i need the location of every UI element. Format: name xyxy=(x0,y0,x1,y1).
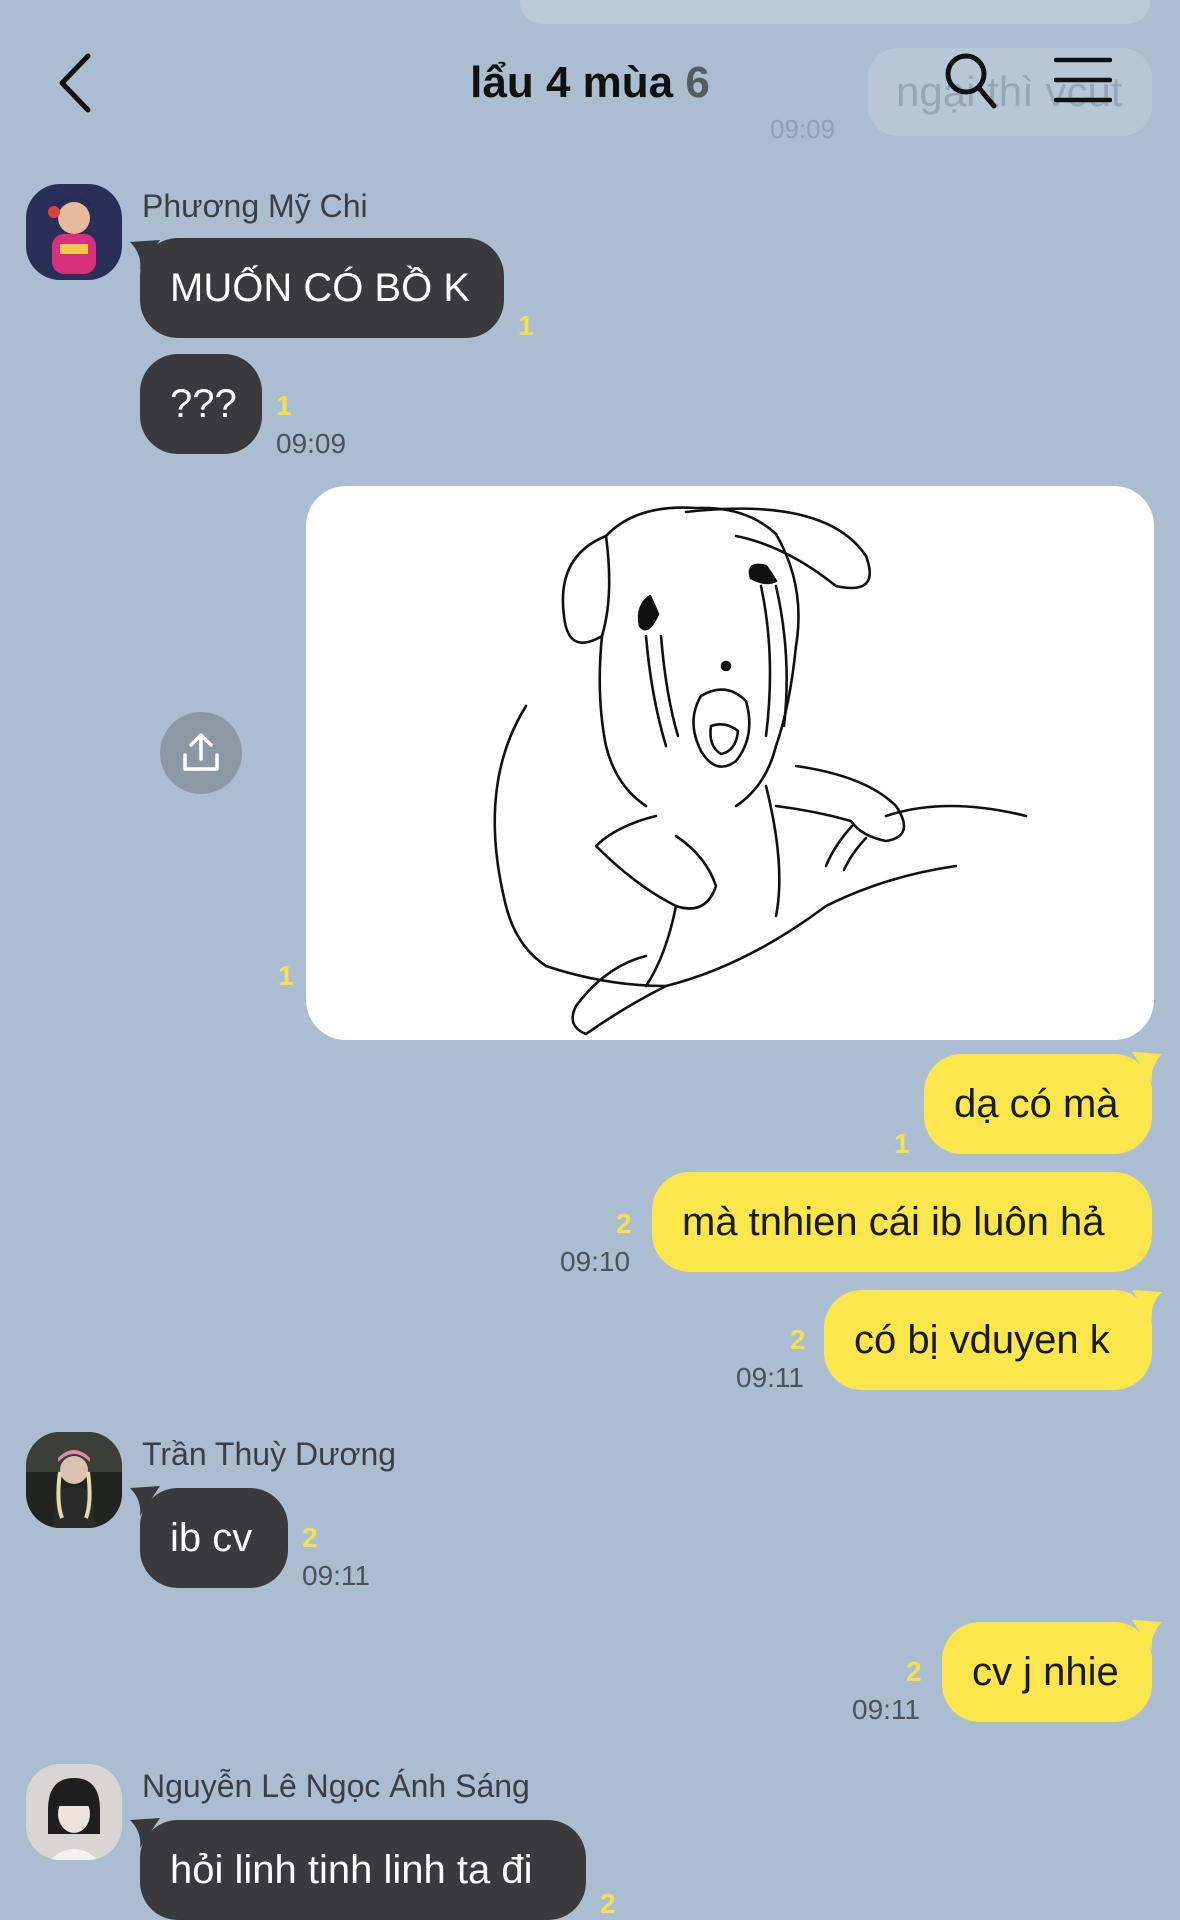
message-text: mà tnhien cái ib luôn hả xyxy=(682,1199,1105,1244)
avatar[interactable] xyxy=(26,1764,122,1860)
search-icon xyxy=(945,53,997,109)
avatar[interactable] xyxy=(26,184,122,280)
unread-count: 2 xyxy=(302,1522,318,1553)
search-button[interactable] xyxy=(942,50,998,112)
message-bubble[interactable]: có bị vduyen k xyxy=(824,1290,1152,1390)
share-upload-icon xyxy=(183,733,219,771)
faded-previous-message xyxy=(520,0,1150,24)
chat-name: lẩu 4 mùa xyxy=(470,58,674,107)
avatar[interactable] xyxy=(26,1432,122,1528)
unread-count: 2 xyxy=(790,1324,806,1355)
sketch-image xyxy=(493,506,1028,1036)
unread-count: 2 xyxy=(600,1888,616,1919)
unread-count: 1 xyxy=(894,1128,910,1159)
message-time: 09:11 xyxy=(302,1560,370,1591)
sender-name: Phương Mỹ Chi xyxy=(142,188,368,224)
message-time: 09:10 xyxy=(560,1246,631,1277)
message-text: có bị vduyen k xyxy=(854,1317,1110,1362)
message-time: 09:09 xyxy=(276,428,347,459)
message-text: MUỐN CÓ BỒ K xyxy=(170,265,471,310)
message-bubble[interactable]: cv j nhie xyxy=(942,1622,1152,1722)
chat-header: ngại thì vcut 09:09 lẩu 4 mùa 6 xyxy=(0,0,1180,170)
unread-count: 1 xyxy=(278,960,294,991)
sender-name: Trần Thuỳ Dương xyxy=(142,1436,397,1472)
unread-count: 2 xyxy=(906,1656,922,1687)
message-time: 09:11 xyxy=(736,1362,804,1393)
unread-count: 1 xyxy=(518,310,534,341)
message-text: hỏi linh tinh linh ta đi xyxy=(170,1847,533,1892)
message-bubble[interactable]: MUỐN CÓ BỒ K xyxy=(140,238,504,338)
message-text: ib cv xyxy=(170,1515,253,1560)
message-bubble[interactable]: ??? xyxy=(140,354,262,454)
photo-message[interactable] xyxy=(306,486,1154,1040)
message-bubble[interactable]: dạ có mà xyxy=(924,1054,1152,1154)
menu-button[interactable] xyxy=(1053,56,1113,104)
message-bubble[interactable]: hỏi linh tinh linh ta đi xyxy=(140,1820,586,1920)
message-bubble[interactable]: mà tnhien cái ib luôn hả xyxy=(652,1172,1152,1272)
message-text: ??? xyxy=(170,381,237,426)
sender-name: Nguyễn Lê Ngọc Ánh Sáng xyxy=(142,1768,530,1804)
unread-count: 1 xyxy=(276,390,292,421)
unread-count: 2 xyxy=(616,1208,632,1239)
member-count: 6 xyxy=(685,58,710,107)
share-button[interactable] xyxy=(160,712,242,794)
message-text: cv j nhie xyxy=(972,1649,1119,1694)
chat-title[interactable]: lẩu 4 mùa 6 xyxy=(0,58,1180,108)
faded-preview-time: 09:09 xyxy=(770,114,836,144)
message-time: 09:11 xyxy=(852,1694,920,1725)
hamburger-menu-icon xyxy=(1053,57,1113,103)
message-text: dạ có mà xyxy=(954,1081,1119,1126)
message-bubble[interactable]: ib cv xyxy=(140,1488,288,1588)
